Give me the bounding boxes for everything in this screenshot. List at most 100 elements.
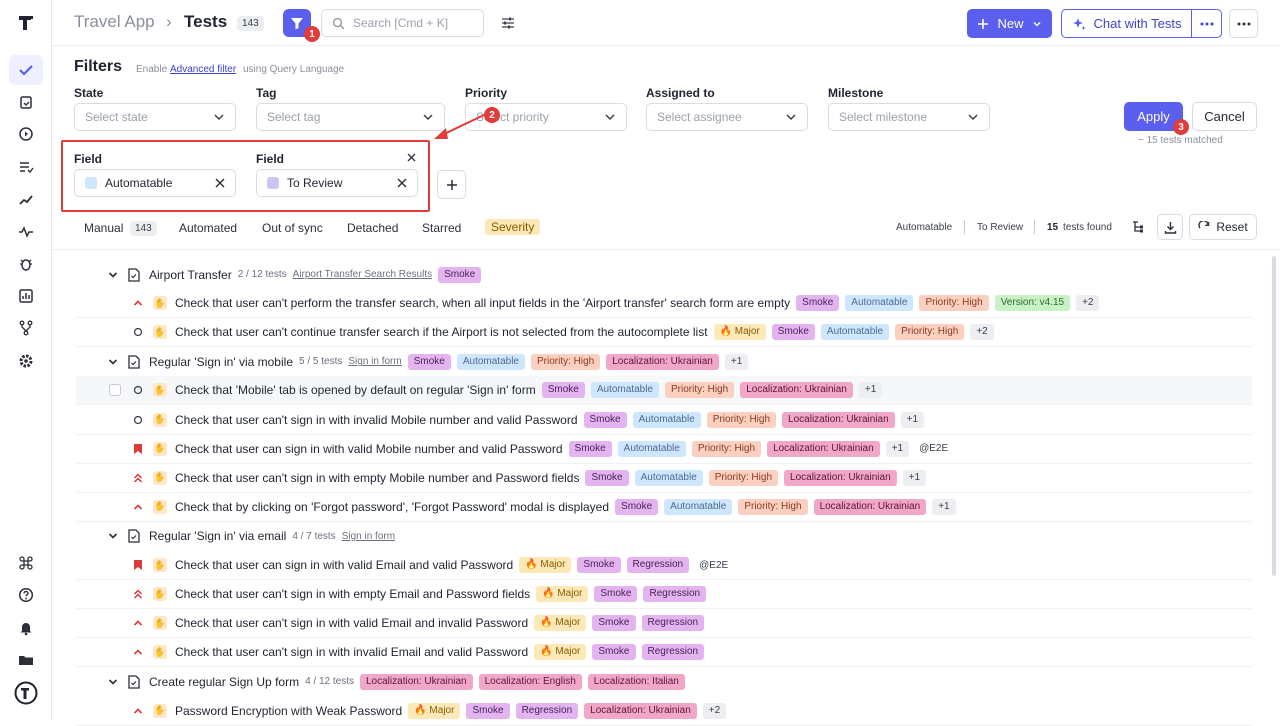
row-checkbox[interactable] bbox=[109, 384, 121, 397]
folder-icon[interactable] bbox=[9, 645, 43, 675]
tab-severity[interactable]: Severity bbox=[485, 219, 541, 235]
suite-doc-icon bbox=[128, 267, 140, 282]
profile-logo-icon[interactable] bbox=[9, 678, 43, 708]
search-input[interactable]: Search [Cmd + K] bbox=[321, 9, 484, 37]
tab-automated[interactable]: Automated bbox=[179, 221, 237, 235]
tag-badge: Regression bbox=[515, 702, 579, 719]
close-icon[interactable] bbox=[215, 178, 225, 188]
summary-divider bbox=[1034, 220, 1035, 234]
bug-icon[interactable] bbox=[9, 249, 43, 279]
settings-icon[interactable] bbox=[9, 346, 43, 376]
cancel-button[interactable]: Cancel bbox=[1192, 102, 1257, 131]
chat-more-icon[interactable] bbox=[1192, 22, 1221, 26]
chevron-down-icon[interactable] bbox=[108, 531, 118, 541]
test-row[interactable]: ✋ Check that user can sign in with valid … bbox=[76, 551, 1252, 580]
field2-chip[interactable]: To Review bbox=[256, 169, 418, 197]
sliders-icon[interactable] bbox=[500, 15, 516, 31]
tag-badge: +1 bbox=[724, 353, 749, 370]
tab-manual[interactable]: Manual bbox=[84, 221, 123, 235]
tag-badge: Localization: Ukrainian bbox=[784, 469, 897, 486]
tag-badge: +1 bbox=[858, 382, 883, 399]
test-row[interactable]: ✋ Check that 'Mobile' tab is opened by de… bbox=[76, 376, 1252, 406]
tag-badge: Localization: Ukrainian bbox=[782, 411, 895, 428]
tests-icon[interactable] bbox=[9, 55, 43, 85]
test-title[interactable]: Check that 'Mobile' tab is opened by def… bbox=[175, 383, 536, 397]
help-icon[interactable] bbox=[9, 580, 43, 610]
test-title[interactable]: Check that user can't sign in with empty… bbox=[175, 587, 530, 601]
bell-icon[interactable] bbox=[9, 613, 43, 643]
pulse-icon[interactable] bbox=[9, 217, 43, 247]
suite-row[interactable]: Regular 'Sign in' via email 4 / 7 tests Si… bbox=[76, 522, 1252, 551]
test-title[interactable]: Check that by clicking on 'Forgot passwo… bbox=[175, 500, 609, 514]
test-row[interactable]: ✋ Check that user can't sign in with inva… bbox=[76, 638, 1252, 668]
test-title[interactable]: Password Encryption with Weak Password bbox=[175, 704, 402, 718]
suite-row[interactable]: Airport Transfer 2 / 12 tests Airport Tran… bbox=[76, 260, 1252, 289]
step-badge-3: 3 bbox=[1173, 119, 1189, 135]
test-row[interactable]: ✋ Check that by clicking on 'Forgot passw… bbox=[76, 493, 1252, 522]
tag-select[interactable]: Select tag bbox=[256, 103, 445, 131]
suite-link[interactable]: Sign in form bbox=[342, 531, 395, 542]
field1-value: Automatable bbox=[105, 176, 173, 190]
clipboard-icon[interactable] bbox=[9, 87, 43, 117]
steps-icon[interactable] bbox=[9, 184, 43, 214]
advanced-filter-link[interactable]: Advanced filter bbox=[170, 64, 236, 75]
suite-link[interactable]: Airport Transfer Search Results bbox=[293, 269, 433, 280]
suite-link[interactable]: Sign in form bbox=[348, 356, 401, 367]
breadcrumb-app[interactable]: Travel App bbox=[74, 12, 155, 32]
test-title[interactable]: Check that user can't sign in with inval… bbox=[175, 645, 528, 659]
tag-badge: +2 bbox=[702, 702, 727, 719]
tag-badge: Automatable bbox=[845, 295, 914, 312]
test-title[interactable]: Check that user can't perform the transf… bbox=[175, 296, 790, 310]
branches-icon[interactable] bbox=[9, 313, 43, 343]
test-row[interactable]: ✋ Check that user can sign in with valid … bbox=[76, 435, 1252, 464]
suite-title[interactable]: Create regular Sign Up form bbox=[149, 675, 299, 689]
priority-high-icon bbox=[131, 647, 145, 657]
plans-icon[interactable] bbox=[9, 152, 43, 182]
more-options-button[interactable] bbox=[1229, 9, 1258, 38]
test-row[interactable]: ✋ Check that user can't sign in with inva… bbox=[76, 406, 1252, 435]
test-row[interactable]: ✋ Check that user can't continue transfer… bbox=[76, 318, 1252, 348]
scrollbar[interactable] bbox=[1272, 256, 1276, 576]
tab-detached[interactable]: Detached bbox=[347, 221, 398, 235]
field1-chip[interactable]: Automatable bbox=[74, 169, 236, 197]
suite-row[interactable]: Create regular Sign Up form 4 / 12 tests L… bbox=[76, 667, 1252, 696]
test-row[interactable]: ✋ Password Encryption with Weak Password 🔥… bbox=[76, 697, 1252, 726]
reset-button[interactable]: Reset bbox=[1189, 214, 1257, 240]
test-title[interactable]: Check that user can sign in with valid M… bbox=[175, 442, 563, 456]
assignee-select[interactable]: Select assignee bbox=[646, 103, 808, 131]
test-title[interactable]: Check that user can't sign in with inval… bbox=[175, 413, 578, 427]
test-row[interactable]: ✋ Check that user can't perform the trans… bbox=[76, 289, 1252, 319]
add-filter-button[interactable] bbox=[437, 170, 466, 199]
tab-out-of-sync[interactable]: Out of sync bbox=[262, 221, 323, 235]
test-row[interactable]: ✋ Check that user can't sign in with vali… bbox=[76, 609, 1252, 639]
suite-row[interactable]: Regular 'Sign in' via mobile 5 / 5 tests S… bbox=[76, 347, 1252, 376]
suite-doc-icon bbox=[128, 675, 140, 689]
refresh-icon bbox=[1198, 221, 1210, 229]
suite-title[interactable]: Regular 'Sign in' via mobile bbox=[149, 355, 293, 369]
runs-icon[interactable] bbox=[9, 119, 43, 149]
command-icon[interactable] bbox=[9, 548, 43, 578]
priority-high-icon bbox=[131, 298, 145, 308]
tab-starred[interactable]: Starred bbox=[422, 221, 461, 235]
test-row[interactable]: ✋ Check that user can't sign in with empt… bbox=[76, 580, 1252, 610]
new-button[interactable]: New bbox=[967, 9, 1052, 38]
test-title[interactable]: Check that user can sign in with valid E… bbox=[175, 558, 513, 572]
logo-icon[interactable] bbox=[9, 8, 43, 38]
close-icon[interactable] bbox=[397, 178, 407, 188]
state-select[interactable]: Select state bbox=[74, 103, 236, 131]
test-title[interactable]: Check that user can't sign in with valid… bbox=[175, 616, 528, 630]
download-button[interactable] bbox=[1157, 214, 1183, 240]
chat-with-tests-button[interactable]: Chat with Tests bbox=[1061, 9, 1222, 38]
remove-field-icon[interactable] bbox=[407, 153, 416, 162]
chevron-down-icon[interactable] bbox=[108, 357, 118, 367]
test-title[interactable]: Check that user can't sign in with empty… bbox=[175, 471, 579, 485]
suite-title[interactable]: Airport Transfer bbox=[149, 268, 232, 282]
test-row[interactable]: ✋ Check that user can't sign in with empt… bbox=[76, 464, 1252, 493]
test-title[interactable]: Check that user can't continue transfer … bbox=[175, 325, 708, 339]
chevron-down-icon[interactable] bbox=[108, 270, 118, 280]
suite-title[interactable]: Regular 'Sign in' via email bbox=[149, 529, 286, 543]
milestone-select[interactable]: Select milestone bbox=[828, 103, 990, 131]
chevron-down-icon[interactable] bbox=[108, 677, 118, 687]
tree-view-icon[interactable] bbox=[1131, 220, 1145, 234]
analytics-icon[interactable] bbox=[9, 281, 43, 311]
